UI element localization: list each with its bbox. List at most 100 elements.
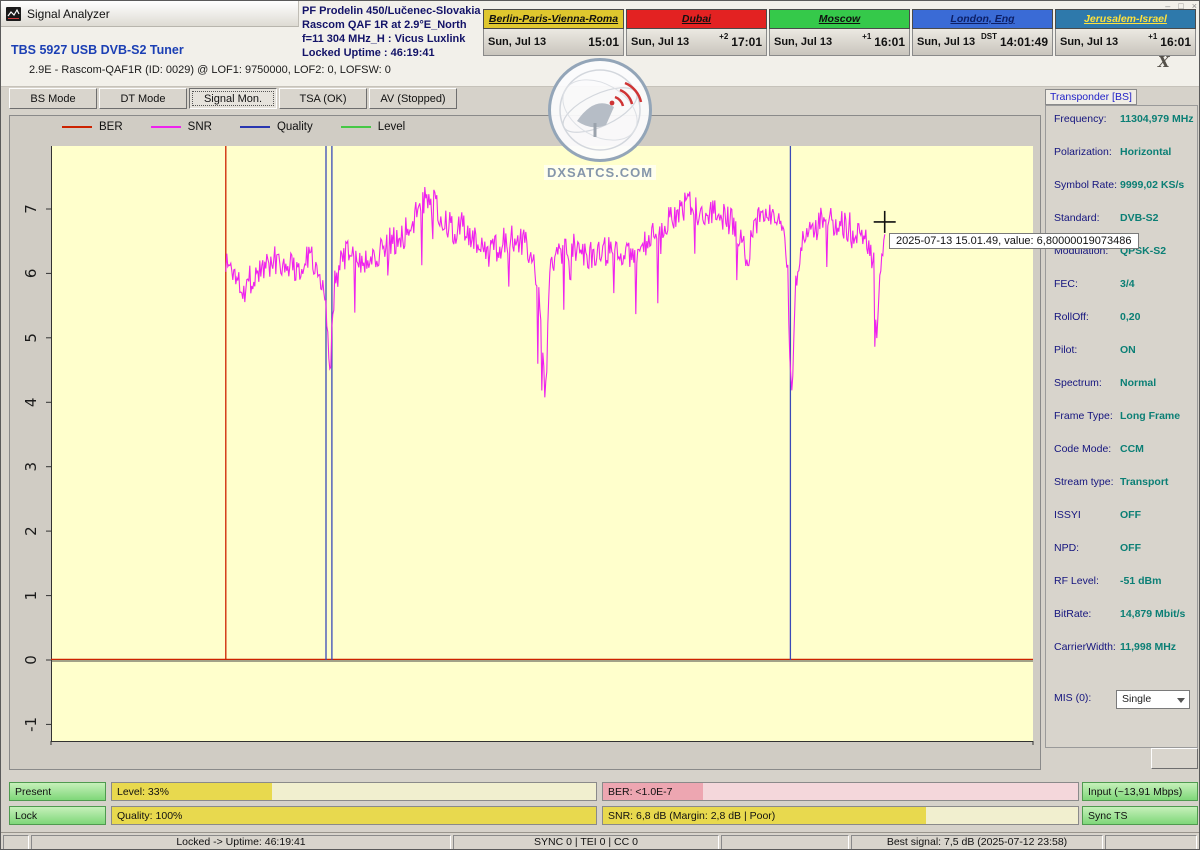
clock-datetime: Sun, Jul 13 15:01 <box>483 29 624 56</box>
field-value: CCM <box>1120 443 1144 455</box>
clock-date: Sun, Jul 13 <box>774 36 832 48</box>
field-label: RollOff: <box>1054 311 1089 323</box>
top-strip: Signal Analyzer – □ × PF Prodelin 450/Lu… <box>1 1 1200 87</box>
transponder-row-mis: MIS (0): Single <box>1046 692 1197 712</box>
status-snr-label: SNR: 6,8 dB (Margin: 2,8 dB | Poor) <box>608 807 775 825</box>
legend-item-level: Level <box>341 121 406 133</box>
info-line-2: Rascom QAF 1R at 2.9°E_North <box>302 18 481 32</box>
field-value: Normal <box>1120 377 1156 389</box>
clock-city-label: Moscow <box>769 9 910 29</box>
field-label: Frequency: <box>1054 113 1107 125</box>
side-blank-button[interactable] <box>1151 748 1198 769</box>
mode-toolbar: BS ModeDT ModeSignal Mon.TSA (OK)AV (Sto… <box>9 88 457 109</box>
field-label: Code Mode: <box>1054 443 1111 455</box>
status-present-label: Present <box>15 783 51 801</box>
status-quality: Quality: 100% <box>111 806 597 825</box>
clock-utc-offset: +1 <box>1148 32 1157 41</box>
status-quality-fill <box>112 807 596 824</box>
clock-utc-offset: +1 <box>862 32 871 41</box>
toolbar-button-signal-mon[interactable]: Signal Mon. <box>189 88 277 109</box>
legend-label: SNR <box>188 121 212 133</box>
status-input-label: Input (~13,91 Mbps) <box>1088 783 1182 801</box>
field-label: CarrierWidth: <box>1054 641 1116 653</box>
window-title: Signal Analyzer <box>27 7 110 21</box>
field-value: 11,998 MHz <box>1120 641 1176 653</box>
y-tick-label: 0 <box>22 655 40 665</box>
legend-label: Level <box>378 121 406 133</box>
toolbar-button-bs-mode[interactable]: BS Mode <box>9 88 97 109</box>
y-tick-label: -1 <box>22 717 40 732</box>
field-label: RF Level: <box>1054 575 1099 587</box>
world-clocks: Berlin-Paris-Vienna-Roma Sun, Jul 13 15:01… <box>483 9 1196 56</box>
field-label: Standard: <box>1054 212 1100 224</box>
y-tick-label: 7 <box>22 204 40 214</box>
field-label: Frame Type: <box>1054 410 1113 422</box>
clock-date: Sun, Jul 13 <box>488 36 546 48</box>
toolbar-button-av-stopped[interactable]: AV (Stopped) <box>369 88 457 109</box>
info-block: PF Prodelin 450/Lučenec-SlovakiaRascom Q… <box>302 4 481 60</box>
field-value: Transport <box>1120 476 1168 488</box>
status-sync: Sync TS <box>1082 806 1198 825</box>
status-level-label: Level: 33% <box>117 783 169 801</box>
clock-datetime: Sun, Jul 13+116:01 <box>1055 29 1196 56</box>
transponder-panel: Transponder [BS] Frequency:11304,979 MHz… <box>1045 89 1198 748</box>
transponder-row-bitrate: BitRate:14,879 Mbit/s <box>1046 608 1197 628</box>
clock-datetime: Sun, Jul 13 +116:01 <box>769 29 910 56</box>
legend-item-quality: Quality <box>240 121 313 133</box>
clock-city-label: Dubai <box>626 9 767 29</box>
field-value: Long Frame <box>1120 410 1180 422</box>
mis-selected-value: Single <box>1122 693 1151 705</box>
transponder-row-carrierwidth: CarrierWidth: 11,998 MHz <box>1046 641 1197 661</box>
clock-time: 16:01 <box>874 35 905 49</box>
info-line-1: PF Prodelin 450/Lučenec-Slovakia <box>302 4 481 18</box>
statusbar-segment-4: Best signal: 7,5 dB (2025-07-12 23:58) <box>851 835 1103 850</box>
transponder-row-rf-level: RF Level:-51 dBm <box>1046 575 1197 595</box>
transponder-row-frame-type: Frame Type: Long Frame <box>1046 410 1197 430</box>
legend-line-level <box>341 126 371 128</box>
status-level: Level: 33% <box>111 782 597 801</box>
y-tick-label: 6 <box>22 269 40 279</box>
field-label: Symbol Rate: <box>1054 179 1117 191</box>
clock-moscow: Moscow Sun, Jul 13 +116:01 <box>769 9 910 56</box>
clock-date: Sun, Jul 13 <box>631 36 689 48</box>
chart-panel: BERSNRQualityLevel -101234567 2025-07-13… <box>9 115 1041 770</box>
y-tick-label: 5 <box>22 333 40 343</box>
transponder-row-npd: NPD:OFF <box>1046 542 1197 562</box>
transponder-body: Frequency:11304,979 MHzPolarization:Hori… <box>1045 105 1198 748</box>
legend-item-snr: SNR <box>151 121 212 133</box>
field-value: 9999,02 KS/s <box>1120 179 1184 191</box>
field-value: OFF <box>1120 509 1141 521</box>
clock-utc-offset: DST <box>981 32 997 41</box>
titlebar: Signal Analyzer <box>1 1 299 27</box>
y-tick-label: 2 <box>22 526 40 536</box>
clock-city-label: Berlin-Paris-Vienna-Roma <box>483 9 624 29</box>
legend-item-ber: BER <box>62 121 123 133</box>
clock-berlin-paris-vienna-roma: Berlin-Paris-Vienna-Roma Sun, Jul 13 15:01 <box>483 9 624 56</box>
mis-select[interactable]: Single <box>1116 690 1190 709</box>
clock-time: 15:01 <box>588 35 619 49</box>
field-label: BitRate: <box>1054 608 1091 620</box>
app-icon <box>6 7 21 21</box>
clock-datetime: Sun, Jul 13DST14:01:49 <box>912 29 1053 56</box>
transponder-row-standard: Standard: DVB-S2 <box>1046 212 1197 232</box>
field-label: ISSYI <box>1054 509 1081 521</box>
status-lock-label: Lock <box>15 807 37 825</box>
clock-london-eng: London, EngSun, Jul 13DST14:01:49 <box>912 9 1053 56</box>
transponder-row-symbol-rate: Symbol Rate:9999,02 KS/s <box>1046 179 1197 199</box>
toolbar-button-dt-mode[interactable]: DT Mode <box>99 88 187 109</box>
clock-city-label: London, Eng <box>912 9 1053 29</box>
chevron-down-icon <box>1177 698 1185 703</box>
transponder-row-rolloff: RollOff:0,20 <box>1046 311 1197 331</box>
clock-time: 16:01 <box>1160 35 1191 49</box>
signal-chart[interactable]: -101234567 <box>10 116 1040 769</box>
clock-date: Sun, Jul 13 <box>917 36 975 48</box>
legend-label: BER <box>99 121 123 133</box>
status-sync-label: Sync TS <box>1088 807 1128 825</box>
toolbar-button-tsa-ok[interactable]: TSA (OK) <box>279 88 367 109</box>
legend-line-quality <box>240 126 270 128</box>
info-line-4: Locked Uptime : 46:19:41 <box>302 46 481 60</box>
statusbar-segment-2: SYNC 0 | TEI 0 | CC 0 <box>453 835 719 850</box>
field-label: MIS (0): <box>1054 692 1091 704</box>
status-quality-label: Quality: 100% <box>117 807 182 825</box>
field-value: DVB-S2 <box>1120 212 1159 224</box>
